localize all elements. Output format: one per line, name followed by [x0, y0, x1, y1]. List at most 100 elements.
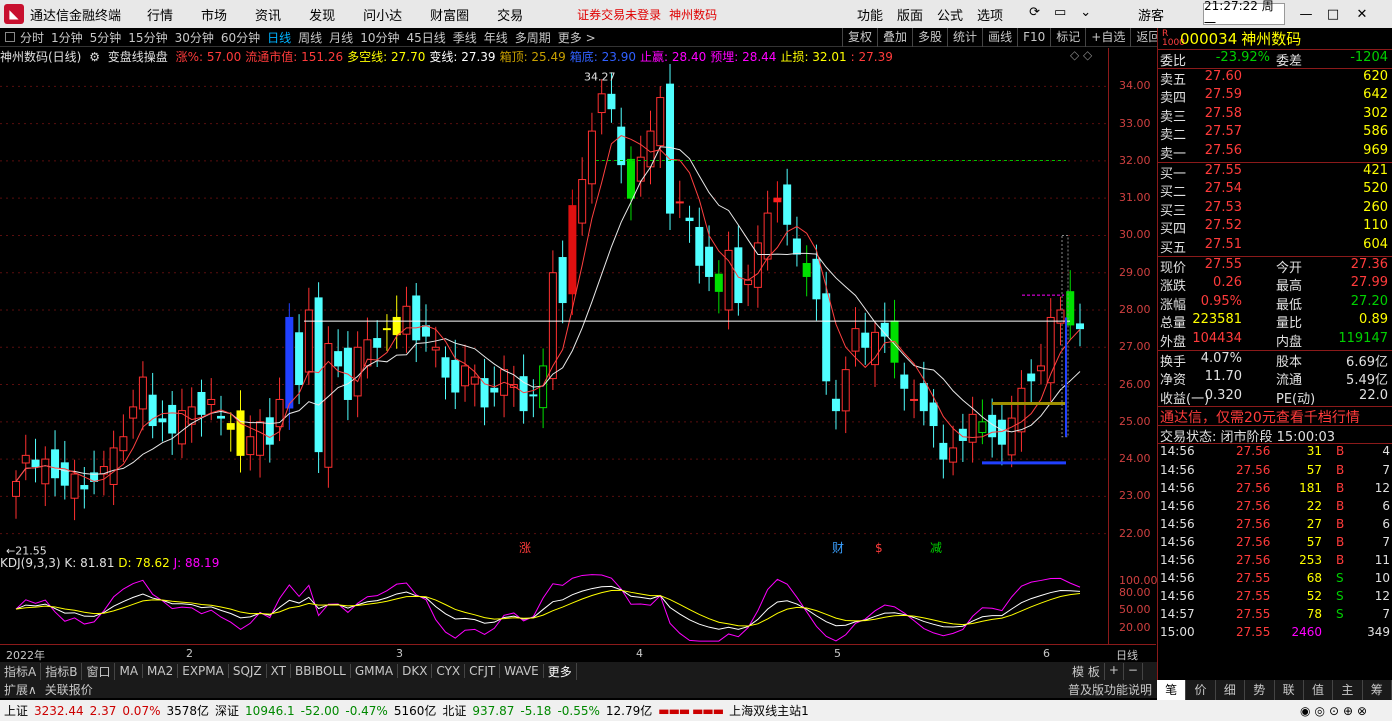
period-tab-5[interactable]: 60分钟: [221, 29, 260, 46]
kdj-label[interactable]: KDJ(9,3,3): [0, 556, 61, 570]
indicator-tab-14[interactable]: 更多: [544, 662, 577, 680]
candle: [910, 379, 919, 419]
indicator-tab-2[interactable]: 窗口: [82, 662, 116, 680]
guest-label[interactable]: 游客: [1138, 5, 1164, 24]
chart-tool-1[interactable]: 叠加: [877, 28, 912, 47]
chart-tool-2[interactable]: 多股: [912, 28, 947, 47]
indicator-tab-12[interactable]: CFJT: [465, 664, 501, 678]
indicator-tab-0[interactable]: 指标A: [0, 662, 42, 680]
promo-banner[interactable]: 通达信，仅需20元查看千档行情: [1158, 407, 1392, 426]
quote-tab-0[interactable]: 笔: [1157, 680, 1187, 700]
dropdown-icon[interactable]: ⌄: [1080, 5, 1091, 24]
chart-marker-1[interactable]: 财: [832, 541, 844, 555]
close-icon[interactable]: ✕: [1354, 6, 1370, 22]
bid-level: 买三: [1160, 203, 1187, 219]
period-tab-9[interactable]: 10分钟: [360, 29, 399, 46]
stock-code[interactable]: 000034: [1180, 30, 1237, 48]
quote-tab-7[interactable]: 筹: [1363, 680, 1392, 700]
status-bar: 上证 3232.44 2.37 0.07% 3578亿 深证 10946.1 -…: [0, 700, 1392, 721]
period-tab-6[interactable]: 日线: [267, 29, 291, 46]
indicator-tab-7[interactable]: XT: [267, 664, 292, 678]
period-tab-12[interactable]: 年线: [484, 29, 508, 46]
sh-label[interactable]: 上证: [4, 702, 28, 719]
status-tool-icons[interactable]: ◉◎⊙⊕⊗: [1300, 704, 1371, 718]
menu-shichang[interactable]: 市场: [201, 5, 227, 24]
menu-hangqing[interactable]: 行情: [147, 5, 173, 24]
chart-tool-3[interactable]: 统计: [947, 28, 982, 47]
server-name[interactable]: 上海双线主站1: [729, 702, 809, 719]
menu-gongneng[interactable]: 功能: [857, 5, 883, 24]
quote-tab-6[interactable]: 主: [1333, 680, 1363, 700]
chart-tool-7[interactable]: +自选: [1085, 28, 1130, 47]
menu-banmian[interactable]: 版面: [897, 5, 923, 24]
period-tab-13[interactable]: 多周期: [515, 29, 551, 46]
indicator-tab-4[interactable]: MA2: [143, 664, 179, 678]
period-tab-1[interactable]: 1分钟: [51, 29, 83, 46]
related-quote-button[interactable]: 关联报价: [41, 681, 97, 698]
candlestick-chart[interactable]: 34.27 ←21.55 涨 财 $ 减: [0, 64, 1108, 556]
quote-tab-5[interactable]: 值: [1304, 680, 1334, 700]
expand-button[interactable]: 扩展∧: [0, 681, 41, 698]
alert-stock-name[interactable]: 神州数码: [669, 6, 717, 23]
indicator-tab-1[interactable]: 指标B: [41, 662, 83, 680]
period-tab-10[interactable]: 45日线: [406, 29, 445, 46]
menu-xuanxiang[interactable]: 选项: [977, 5, 1003, 24]
promo-text[interactable]: 通达信，仅需20元查看千档行情: [1160, 407, 1360, 427]
tick-list[interactable]: 14:56 27.56 31 B 4 14:56 27.56 57 B 7 14:56 27.56 18…: [1158, 444, 1392, 643]
indicator-tab-11[interactable]: CYX: [432, 664, 466, 678]
kdj-chart[interactable]: [0, 572, 1108, 644]
ind-right-2[interactable]: −: [1124, 662, 1143, 680]
quote-tab-4[interactable]: 联: [1275, 680, 1304, 700]
info-item-3: 变线: 27.39: [429, 50, 496, 64]
chart-tool-5[interactable]: F10: [1017, 28, 1050, 47]
info-item-7: 预埋: 28.44: [710, 50, 777, 64]
menu-faxian[interactable]: 发现: [309, 5, 335, 24]
period-tab-4[interactable]: 30分钟: [175, 29, 214, 46]
chart-marker-3[interactable]: 减: [930, 541, 942, 555]
sz-label[interactable]: 深证: [215, 702, 239, 719]
indicator-tab-10[interactable]: DKX: [398, 664, 433, 678]
indicator-tab-13[interactable]: WAVE: [500, 664, 544, 678]
indicator-tab-6[interactable]: SQJZ: [229, 664, 267, 678]
quote-tab-1[interactable]: 价: [1186, 680, 1216, 700]
chart-tool-6[interactable]: 标记: [1050, 28, 1085, 47]
feature-note-link[interactable]: 普及版功能说明: [1068, 681, 1152, 698]
chart-tool-4[interactable]: 画线: [982, 28, 1017, 47]
ind-right-1[interactable]: +: [1105, 662, 1124, 680]
bz-label[interactable]: 北证: [442, 702, 466, 719]
price-tick-0: 34.00: [1119, 79, 1151, 93]
trade-login-alert[interactable]: 证券交易未登录: [577, 6, 661, 23]
period-tab-0[interactable]: 分时: [20, 29, 44, 46]
minimize-icon[interactable]: —: [1298, 6, 1314, 22]
quote-tab-2[interactable]: 细: [1216, 680, 1246, 700]
refresh-icon[interactable]: ⟳: [1029, 5, 1040, 24]
period-tab-3[interactable]: 15分钟: [128, 29, 167, 46]
period-tab-2[interactable]: 5分钟: [90, 29, 122, 46]
chart-marker-0[interactable]: 涨: [519, 540, 531, 555]
indicator-tab-8[interactable]: BBIBOLL: [291, 664, 351, 678]
menu-wenxiaoda[interactable]: 问小达: [363, 5, 402, 24]
period-tab-14[interactable]: 更多 >: [558, 29, 596, 46]
menu-gongshi[interactable]: 公式: [937, 5, 963, 24]
period-tab-11[interactable]: 季线: [453, 29, 477, 46]
gear-icon[interactable]: ⚙: [89, 50, 100, 64]
quote-tab-3[interactable]: 势: [1245, 680, 1275, 700]
period-tab-8[interactable]: 月线: [329, 29, 353, 46]
maximize-icon[interactable]: □: [1325, 6, 1341, 22]
indicator-tab-5[interactable]: EXPMA: [178, 664, 229, 678]
chart-tool-0[interactable]: 复权: [842, 28, 877, 47]
menu-zixun[interactable]: 资讯: [255, 5, 281, 24]
period-tab-7[interactable]: 周线: [298, 29, 322, 46]
chart-marker-2[interactable]: $: [875, 541, 883, 555]
indicator-name[interactable]: 变盘线操盘: [108, 50, 168, 64]
indicator-tab-9[interactable]: GMMA: [351, 664, 399, 678]
stock-name[interactable]: 神州数码: [1241, 28, 1301, 49]
menu-jiaoyi[interactable]: 交易: [497, 5, 523, 24]
info-toggle-icon[interactable]: ◇ ◇: [1070, 48, 1092, 62]
indicator-tab-3[interactable]: MA: [115, 664, 144, 678]
fund-value: 0.320: [1204, 387, 1242, 403]
ind-right-0[interactable]: 模 板: [1068, 662, 1105, 680]
menu-caifuquan[interactable]: 财富圈: [430, 5, 469, 24]
window-icon[interactable]: ▭: [1054, 5, 1066, 24]
layout-toggle-icon[interactable]: [5, 32, 15, 42]
